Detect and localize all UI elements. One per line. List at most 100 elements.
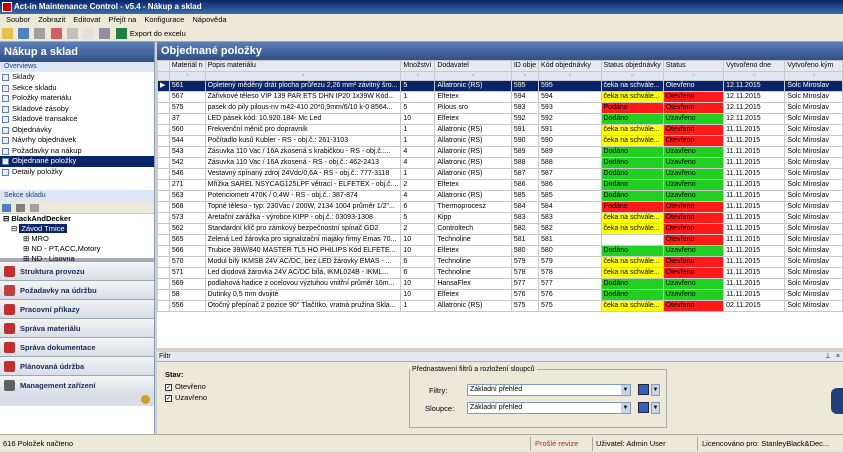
filtry-select[interactable]: Základní přehled ▼ — [467, 384, 631, 396]
tree-item[interactable]: ⊞ MRO — [23, 234, 154, 244]
filter-icon[interactable] — [30, 204, 40, 212]
filter-cell[interactable]: ▫ — [600, 71, 664, 81]
export-excel-button[interactable]: Export do excelu — [130, 29, 186, 38]
uzavreno-checkbox[interactable]: ✓ Uzavřeno — [165, 393, 207, 402]
row-selector[interactable] — [157, 168, 170, 180]
table-row[interactable]: 271 Mřížka SAREL NSYCAG125LPF větrací - E… — [157, 179, 843, 191]
row-selector[interactable] — [157, 278, 170, 290]
filter-cell[interactable]: ▫ — [434, 71, 512, 81]
overview-item[interactable]: Detaily položky — [0, 167, 154, 178]
delete-icon[interactable] — [50, 28, 62, 39]
table-row[interactable]: 569 podlahová hadice z ocelovou výztuhou … — [157, 278, 843, 290]
column-header[interactable]: Status — [662, 60, 725, 72]
paste-icon[interactable] — [83, 28, 95, 39]
sort-icon[interactable] — [16, 204, 26, 212]
row-selector[interactable] — [157, 157, 170, 169]
overview-item[interactable]: Objednávky — [0, 125, 154, 136]
filtry-menu-button[interactable]: ▼ — [651, 384, 660, 396]
overview-item[interactable]: Požadavky na nákup — [0, 146, 154, 157]
nav-button[interactable]: Správa dokumentace — [0, 337, 154, 356]
table-row[interactable]: 543 Zásuvka 110 Vac / 16A zkosená s krabi… — [157, 146, 843, 158]
row-selector[interactable] — [157, 91, 170, 103]
table-row[interactable]: 546 Vestavný spínaný zdroj 24Vdc/0,6A - R… — [157, 168, 843, 180]
menu-item[interactable]: Přejít na — [108, 15, 136, 24]
row-selector[interactable] — [157, 234, 170, 246]
nav-button[interactable]: Požadavky na údržbu — [0, 280, 154, 299]
row-selector[interactable]: ▶ — [157, 80, 170, 92]
table-row[interactable]: 571 Led diodová žárovka 24V AC/DC bílá, I… — [157, 267, 843, 279]
filter-cell[interactable]: ▫ — [510, 71, 540, 81]
row-selector[interactable] — [157, 124, 170, 136]
column-header[interactable]: Status objednávky — [600, 60, 664, 72]
filter-cell[interactable]: ▫ — [400, 71, 436, 81]
cut-icon[interactable] — [66, 28, 78, 39]
row-selector[interactable] — [157, 267, 170, 279]
table-row[interactable]: 560 Frekvenční měnič pro dopravník 1 Allatr… — [157, 124, 843, 136]
row-selector[interactable] — [157, 201, 170, 213]
tree-view-icon[interactable] — [2, 204, 11, 212]
table-row[interactable]: 567 Zářivkové těleso VIP 139 PAR ETS DHN … — [157, 91, 843, 103]
otevreno-checkbox[interactable]: ✓ Otevřeno — [165, 382, 206, 391]
filter-cell[interactable]: ▫ — [168, 71, 206, 81]
column-header[interactable]: Vytvořeno dne — [723, 60, 786, 72]
save-icon[interactable] — [18, 28, 30, 39]
row-selector[interactable] — [157, 179, 170, 191]
table-row[interactable]: 37 LED pásek kód: 10.920.184- Mc Led 10 Elf… — [157, 113, 843, 125]
close-icon[interactable]: × — [836, 352, 840, 362]
configure-icon[interactable] — [141, 395, 150, 404]
save-columns-icon[interactable] — [638, 402, 649, 413]
row-selector[interactable] — [157, 135, 170, 147]
row-selector[interactable] — [157, 212, 170, 224]
table-row[interactable]: 562 Standardní klíč pro zámkový bezpečnos… — [157, 223, 843, 235]
table-row[interactable]: ▶ 561 Opletený měděný drát plocha průřezu … — [157, 80, 843, 92]
row-selector[interactable] — [157, 300, 170, 312]
row-selector[interactable] — [157, 146, 170, 158]
pin-icon[interactable]: ⊥ — [825, 352, 831, 362]
filter-cell[interactable]: ▫ — [662, 71, 725, 81]
row-selector[interactable] — [157, 102, 170, 114]
settings-icon[interactable] — [99, 28, 111, 39]
excel-icon[interactable] — [115, 28, 127, 39]
tree-root[interactable]: ⊟ BlackAndDecker — [3, 214, 154, 224]
table-row[interactable]: 544 Počítadlo kusů Kubler - RS - obj.č.: … — [157, 135, 843, 147]
table-row[interactable]: 58 Dutinky 0,5 mm dvojité 10 Elfetex 576 576 D… — [157, 289, 843, 301]
table-row[interactable]: 566 Trubice 39W/840 MASTER TL5 HO PHILIPS… — [157, 245, 843, 257]
filter-cell[interactable] — [157, 71, 170, 81]
sloupce-menu-button[interactable]: ▼ — [651, 402, 660, 414]
menu-item[interactable]: Konfigurace — [144, 15, 184, 24]
overview-item[interactable]: Skladové transakce — [0, 114, 154, 125]
row-selector[interactable] — [157, 256, 170, 268]
row-selector-header[interactable] — [157, 60, 170, 72]
overview-item[interactable]: Objednané položky — [0, 156, 154, 167]
nav-button[interactable]: Plánovaná údržba — [0, 356, 154, 375]
menu-item[interactable]: Nápověda — [192, 15, 226, 24]
overview-item[interactable]: Sklady — [0, 72, 154, 83]
nav-button[interactable]: Struktura provozu — [0, 261, 154, 280]
column-header[interactable]: Kód objednávky — [538, 60, 602, 72]
column-header[interactable]: Popis materiálu — [204, 60, 402, 72]
table-row[interactable]: 573 Aretační zarážka - výrobce KIPP - obj… — [157, 212, 843, 224]
row-selector[interactable] — [157, 245, 170, 257]
overview-item[interactable]: Návrhy objednávek — [0, 135, 154, 146]
nav-button[interactable]: Pracovní příkazy — [0, 299, 154, 318]
save-filter-icon[interactable] — [638, 384, 649, 395]
table-row[interactable]: 542 Zásuvka 110 Vac / 16A zkosená - RS - … — [157, 157, 843, 169]
sloupce-select[interactable]: Základní přehled ▼ — [467, 402, 631, 414]
row-selector[interactable] — [157, 190, 170, 202]
data-grid[interactable]: Materiál n Popis materiálu Množství Dodavat… — [157, 60, 843, 348]
overview-item[interactable]: Položky materiálu — [0, 93, 154, 104]
overview-item[interactable]: Sekce skladu — [0, 83, 154, 94]
table-row[interactable]: 556 Otočný přepínač 2 pozice 90° Tlačítko… — [157, 300, 843, 312]
row-selector[interactable] — [157, 113, 170, 125]
column-header[interactable]: ID obje — [510, 60, 540, 72]
table-row[interactable]: 570 Modul bílý IKMSB 24V AC/DC, bez LED ž… — [157, 256, 843, 268]
table-row[interactable]: 568 Topné těleso - typ: 230Vac / 200W, 21… — [157, 201, 843, 213]
filter-cell[interactable]: ▫ — [538, 71, 602, 81]
nav-button[interactable]: Management zařízení — [0, 375, 154, 394]
menu-item[interactable]: Soubor — [6, 15, 30, 24]
table-row[interactable]: 565 Zelená Led žárovka pro signalizační m… — [157, 234, 843, 246]
menu-item[interactable]: Zobrazit — [38, 15, 65, 24]
print-icon[interactable] — [34, 28, 46, 39]
column-header[interactable]: Materiál n — [168, 60, 206, 72]
nav-button[interactable]: Správa materiálu — [0, 318, 154, 337]
